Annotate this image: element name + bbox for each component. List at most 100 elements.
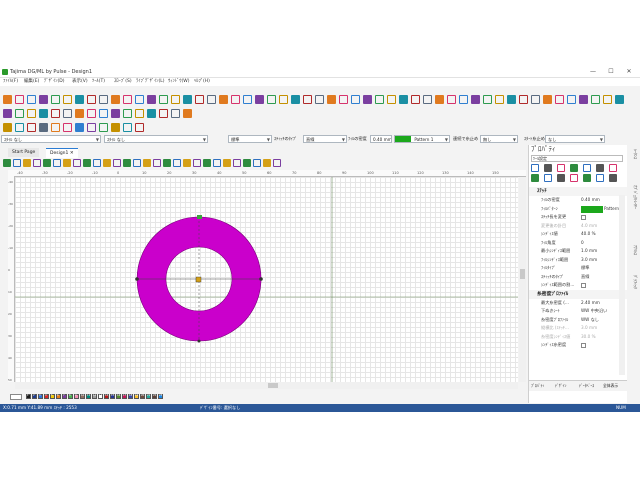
palette-swatch[interactable]: 21 xyxy=(146,394,151,399)
text-tool-icon[interactable] xyxy=(111,123,120,132)
stitch-type-2-combo[interactable]: 直線 ▼ xyxy=(303,135,347,143)
node-edit-icon[interactable] xyxy=(207,95,216,104)
stop-point-marker[interactable] xyxy=(195,276,202,283)
trim-icon[interactable] xyxy=(507,95,516,104)
hoop-icon[interactable] xyxy=(73,159,81,167)
grid-toggle-icon[interactable] xyxy=(253,159,261,167)
shape-tool-icon[interactable] xyxy=(15,109,24,118)
property-row[interactable]: ｽﾃｨｯﾁのﾀｲﾌﾟ 直線 xyxy=(529,273,627,281)
text-tool-icon[interactable] xyxy=(171,95,180,104)
view-3d-icon[interactable] xyxy=(163,159,171,167)
satin-tool-icon[interactable] xyxy=(231,95,240,104)
run-tool-icon[interactable] xyxy=(39,95,48,104)
trim-icon[interactable] xyxy=(291,95,300,104)
stitch-tool-icon[interactable] xyxy=(51,123,60,132)
stitch-tool-icon[interactable] xyxy=(3,95,12,104)
link-icon[interactable] xyxy=(570,164,578,172)
menu-design[interactable]: ﾃﾞｻﾞｲﾝ(D) xyxy=(44,78,64,86)
tab-start-page[interactable]: Start Page xyxy=(8,148,40,157)
style-combo-2[interactable]: ｽﾀｲﾙ なし ▼ xyxy=(104,135,208,143)
palette-swatch[interactable]: 22 xyxy=(152,394,157,399)
node-edit-icon[interactable] xyxy=(63,109,72,118)
satin-tool-icon[interactable] xyxy=(447,95,456,104)
palette-swatch[interactable]: 7 xyxy=(62,394,67,399)
shape-tool-icon[interactable] xyxy=(375,95,384,104)
node-bottom[interactable] xyxy=(197,339,201,343)
maximize-button[interactable]: ☐ xyxy=(604,67,618,77)
panel-bottom-tab[interactable]: ﾌﾟﾛﾊﾟﾃｨ xyxy=(531,381,544,390)
zoom-icon[interactable] xyxy=(183,159,191,167)
color-change-icon[interactable] xyxy=(87,95,96,104)
trim-icon[interactable] xyxy=(39,109,48,118)
favorite-icon[interactable] xyxy=(609,164,617,172)
vertical-scrollbar[interactable] xyxy=(519,177,526,382)
side-tab-analysis[interactable]: ｱﾅﾘｼｽ xyxy=(629,245,638,255)
panel-bottom-tab[interactable]: ﾃﾞｻﾞｲﾝ xyxy=(555,381,566,390)
property-row[interactable]: 最大糸密度 (... 2.40 mm xyxy=(529,299,627,307)
link-icon[interactable] xyxy=(531,174,539,182)
stitch-tool-icon[interactable] xyxy=(75,109,84,118)
palette-swatch[interactable]: 18 xyxy=(128,394,133,399)
node-right[interactable] xyxy=(259,277,263,281)
sort-icon[interactable] xyxy=(531,164,539,172)
property-row[interactable]: ﾌｨﾙﾊﾟﾀｰﾝ Pattern... xyxy=(529,205,627,213)
property-row[interactable]: ﾌｨﾙ角度 0 xyxy=(529,239,627,247)
trim-icon[interactable] xyxy=(75,95,84,104)
satin-tool-icon[interactable] xyxy=(87,109,96,118)
color-change-icon[interactable] xyxy=(519,95,528,104)
shape-tool-icon[interactable] xyxy=(591,95,600,104)
hoop-icon[interactable] xyxy=(193,159,201,167)
design-canvas[interactable] xyxy=(15,177,518,382)
shape-tool-icon[interactable] xyxy=(123,109,132,118)
satin-tool-icon[interactable] xyxy=(555,95,564,104)
filter-icon[interactable] xyxy=(609,174,617,182)
fill-tool-icon[interactable] xyxy=(243,95,252,104)
view-3d-icon[interactable] xyxy=(83,159,91,167)
menu-scroll[interactable]: ｽﾛｰﾌﾞ(S) xyxy=(114,78,132,86)
property-checkbox[interactable] xyxy=(581,214,586,220)
fill-tool-icon[interactable] xyxy=(567,95,576,104)
close-icon[interactable]: ✕ xyxy=(70,151,74,156)
fill-pattern-combo[interactable]: Pattern 1 ▼ xyxy=(394,135,450,143)
panel-bottom-tab[interactable]: ﾃﾞｰﾀﾍﾞｰｽ xyxy=(579,381,594,390)
hoop-icon[interactable] xyxy=(33,159,41,167)
zoom-icon[interactable] xyxy=(103,159,111,167)
shape-tool-icon[interactable] xyxy=(159,95,168,104)
start-point-marker[interactable] xyxy=(197,215,202,219)
fill-tool-icon[interactable] xyxy=(75,123,84,132)
property-row[interactable]: 糸密度ﾌﾟﾛﾌｧｲﾙ WW なし xyxy=(529,316,627,324)
current-color-box[interactable] xyxy=(10,394,22,400)
fill-tool-icon[interactable] xyxy=(351,95,360,104)
run-tool-icon[interactable] xyxy=(111,109,120,118)
text-tool-icon[interactable] xyxy=(387,95,396,104)
zoom-icon[interactable] xyxy=(23,159,31,167)
view-3d-icon[interactable] xyxy=(203,159,211,167)
run-tool-icon[interactable] xyxy=(255,95,264,104)
side-tab-object-layer[interactable]: ｵﾌﾞｼﾞｪｸﾄﾚｲﾔｰ xyxy=(629,185,638,209)
favorite-icon[interactable] xyxy=(557,164,565,172)
stitch-tool-icon[interactable] xyxy=(183,109,192,118)
run-tool-icon[interactable] xyxy=(147,95,156,104)
property-row[interactable]: ｼﾝﾃﾞｨｽ値 40.0 % xyxy=(529,230,627,238)
trim-icon[interactable] xyxy=(399,95,408,104)
property-section-header[interactable]: ｽﾃｯﾁ xyxy=(529,187,627,196)
stitch-tool-icon[interactable] xyxy=(327,95,336,104)
hoop-icon[interactable] xyxy=(153,159,161,167)
text-tool-icon[interactable] xyxy=(495,95,504,104)
menu-live-design[interactable]: ﾗｲﾌﾞﾃﾞｻﾞｲﾝ(L) xyxy=(136,78,165,86)
filter-icon[interactable] xyxy=(596,164,604,172)
view-3d-icon[interactable] xyxy=(43,159,51,167)
palette-swatch[interactable]: 13 xyxy=(98,394,103,399)
side-tab-graphic[interactable]: ｸﾞﾗﾌｨｯｸ xyxy=(629,275,638,289)
property-checkbox[interactable] xyxy=(581,282,586,288)
fill-spacing-input[interactable]: 0.40 mm xyxy=(370,135,392,143)
trim-icon[interactable] xyxy=(15,123,24,132)
vertical-scroll-thumb[interactable] xyxy=(520,269,525,279)
menu-view[interactable]: 表示(V) xyxy=(72,78,88,86)
hoop-icon[interactable] xyxy=(273,159,281,167)
color-change-icon[interactable] xyxy=(159,109,168,118)
continuous-tie-combo[interactable]: 無し ▼ xyxy=(480,135,518,143)
node-edit-icon[interactable] xyxy=(99,95,108,104)
property-row[interactable]: ｼﾝﾃﾞｨｽ糸密度 xyxy=(529,341,627,349)
close-button[interactable]: ✕ xyxy=(622,67,636,77)
